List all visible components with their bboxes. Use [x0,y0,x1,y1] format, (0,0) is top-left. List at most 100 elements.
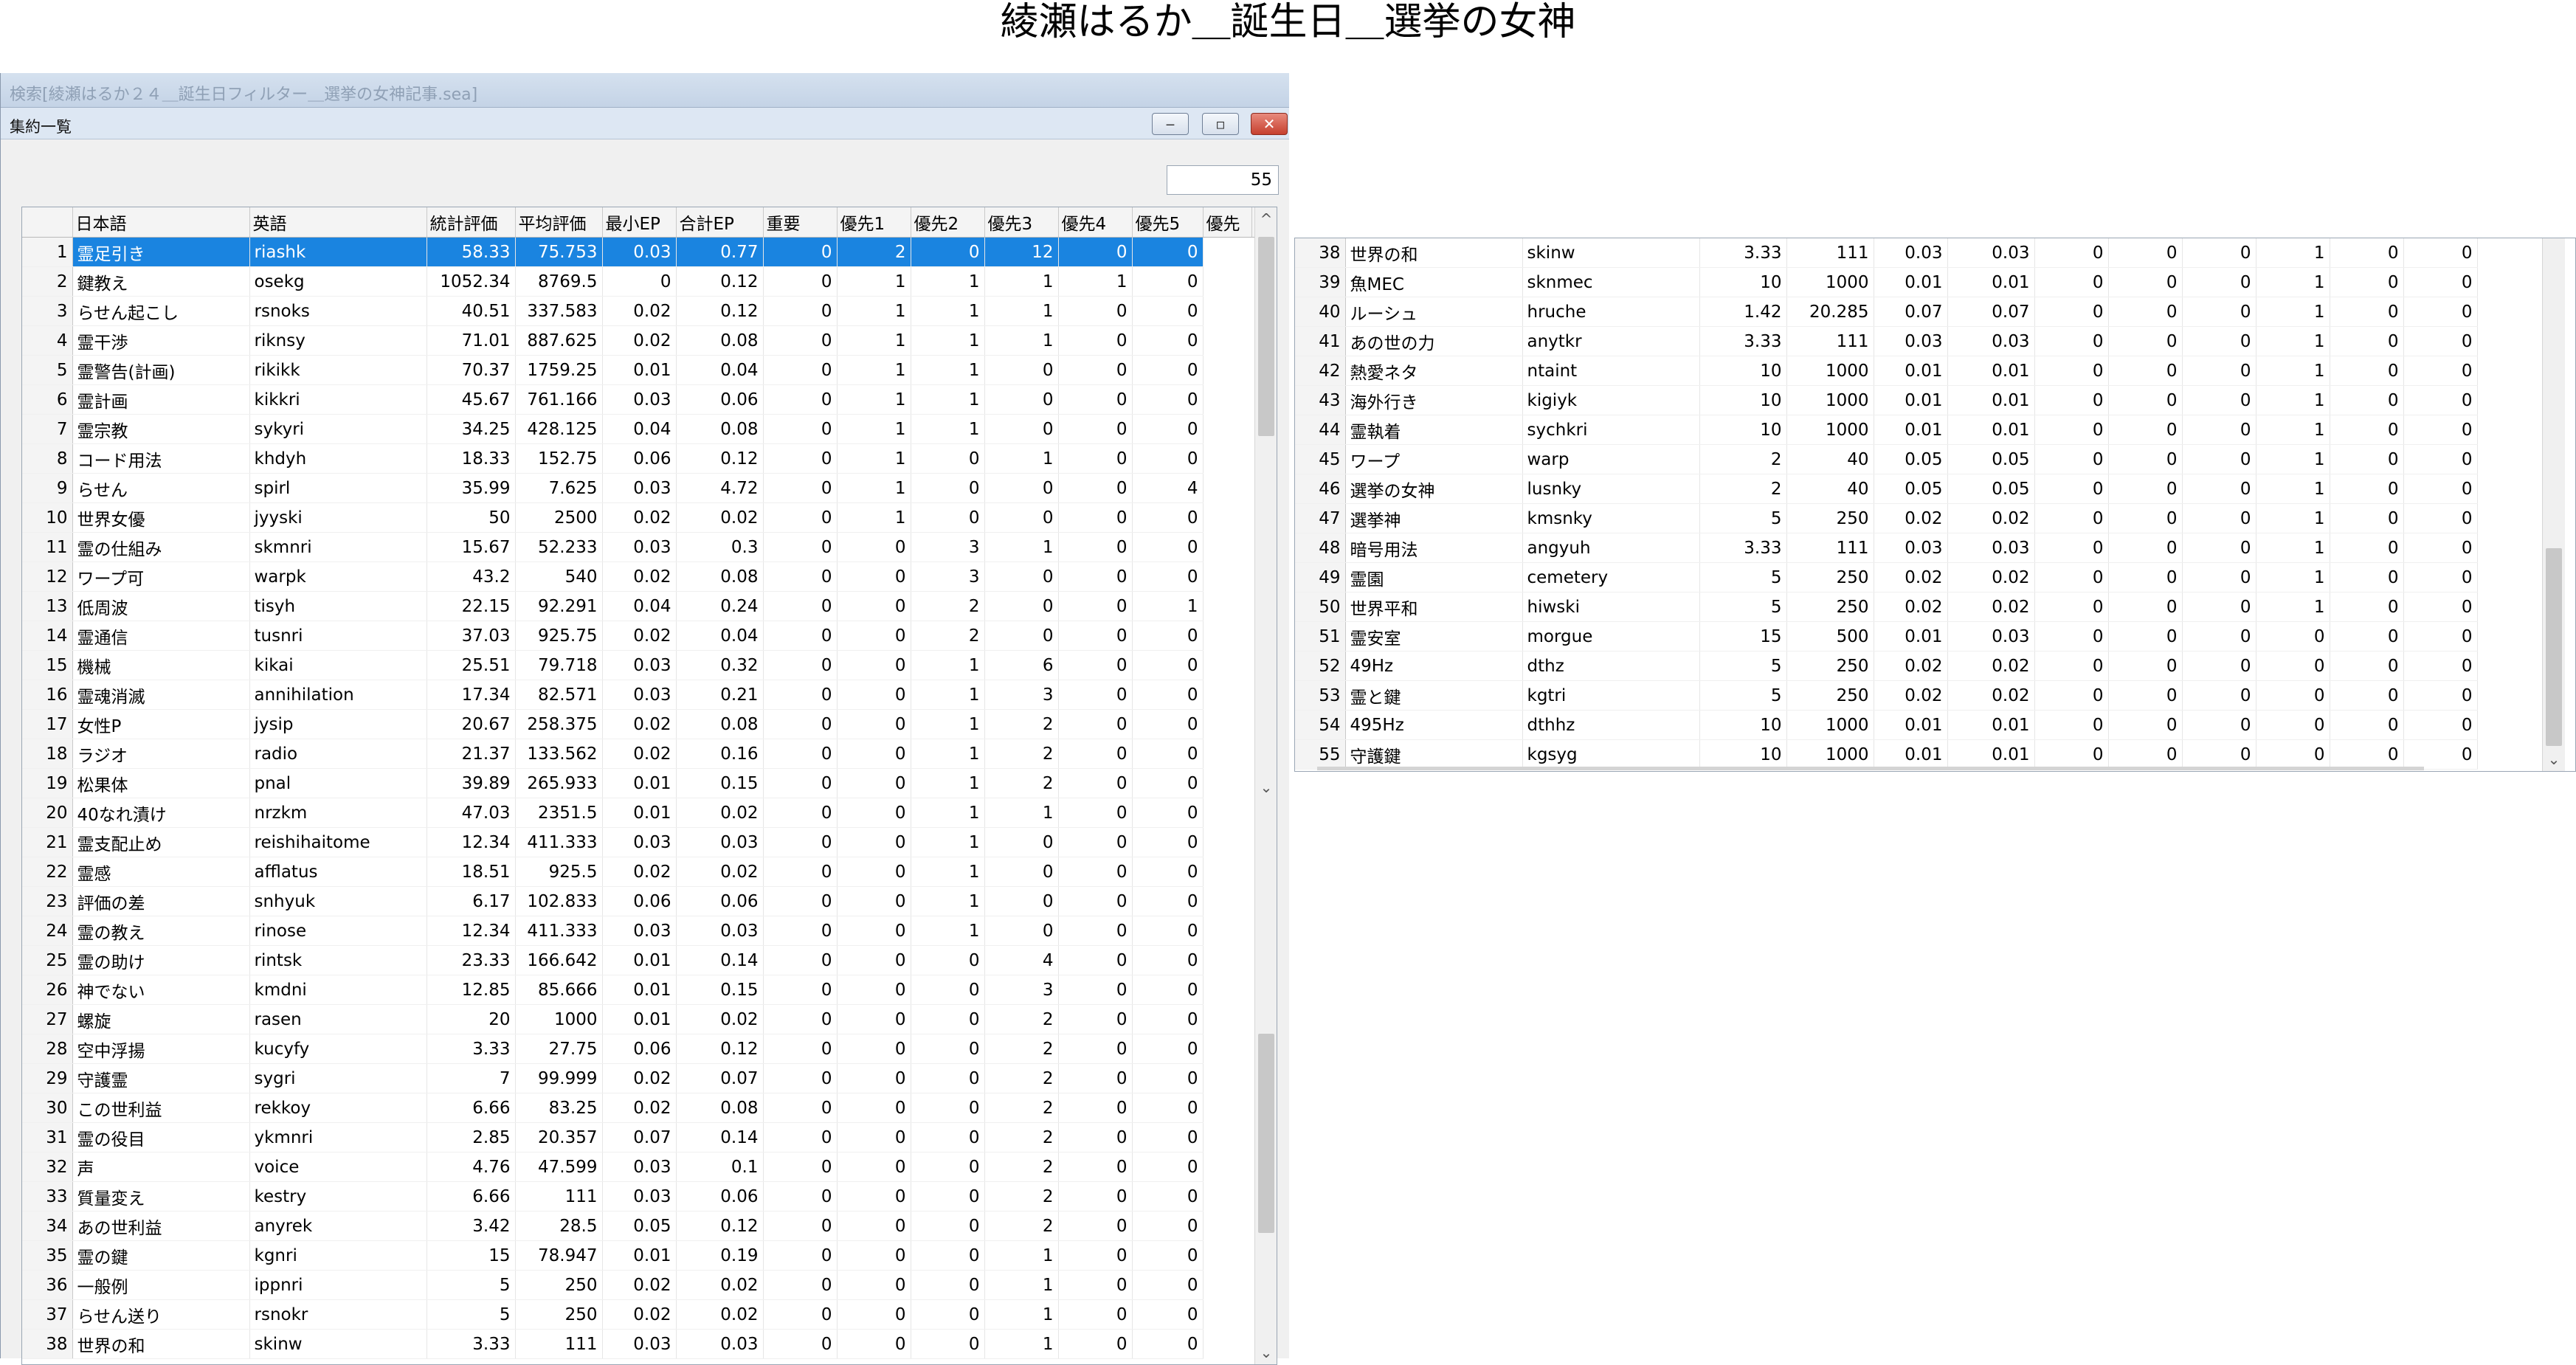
cell-value[interactable]: 0.16 [676,739,764,769]
horizontal-scrollbar[interactable] [1295,767,2520,771]
table-row[interactable]: 44 霊執着 sychkri 10 1000 0.01 0.01 0 0 0 1 0 0 [1295,415,2478,445]
cell-value[interactable]: 0.01 [602,1240,677,1271]
cell-value[interactable]: 12.34 [427,827,516,857]
cell-value[interactable]: 0 [763,561,838,592]
cell-value[interactable]: 0.05 [1947,474,2035,504]
cell-value[interactable]: 1 [911,709,985,739]
cell-english[interactable]: kikkri [249,384,427,415]
row-number[interactable]: 8 [22,443,73,474]
cell-japanese[interactable]: 魚MEC [1345,267,1523,297]
cell-value[interactable]: 0.08 [676,414,764,444]
cell-value[interactable]: 0 [763,945,838,975]
cell-value[interactable]: 0.01 [1874,356,1948,386]
cell-japanese[interactable]: 世界女優 [72,502,250,533]
cell-value[interactable]: 0.03 [676,916,764,946]
cell-value[interactable]: 1 [911,325,985,356]
cell-value[interactable]: 0.15 [676,768,764,798]
cell-value[interactable]: 0 [1058,384,1133,415]
cell-value[interactable]: 0 [2256,710,2330,740]
table-row[interactable]: 47 選挙神 kmsnky 5 250 0.02 0.02 0 0 0 1 0 0 [1295,503,2478,533]
cell-value[interactable]: 0 [2330,680,2404,711]
cell-value[interactable]: 0.12 [676,266,764,297]
cell-value[interactable]: 0 [1132,1093,1204,1123]
table-row[interactable]: 45 ワープ warp 2 40 0.05 0.05 0 0 0 1 0 0 [1295,444,2478,474]
cell-japanese[interactable]: 霊警告(計画) [72,355,250,385]
cell-value[interactable]: 0 [837,1299,911,1330]
cell-japanese[interactable]: らせん起こし [72,296,250,326]
row-number[interactable]: 27 [22,1004,73,1034]
cell-english[interactable]: warp [1522,444,1700,474]
cell-value[interactable]: 0 [1132,1152,1204,1182]
cell-value[interactable]: 0.04 [676,621,764,651]
cell-japanese[interactable]: 質量変え [72,1181,250,1212]
cell-value[interactable]: 0 [763,650,838,680]
cell-value[interactable]: 0 [1132,857,1204,887]
cell-value[interactable]: 2 [984,768,1059,798]
vertical-scrollbar[interactable]: ^ ⌄ ⌄ [1254,207,1277,1364]
cell-value[interactable]: 0 [2108,621,2183,652]
cell-value[interactable]: 0 [2182,238,2256,268]
cell-value[interactable]: 0 [2034,356,2109,386]
cell-value[interactable]: 0.12 [676,443,764,474]
cell-value[interactable]: 0.02 [676,1004,764,1034]
cell-english[interactable]: kmdni [249,975,427,1005]
cell-value[interactable]: 1000 [1786,356,1874,386]
cell-english[interactable]: dthhz [1522,710,1700,740]
cell-english[interactable]: rsnoks [249,296,427,326]
cell-value[interactable]: 0 [1058,1329,1133,1359]
cell-value[interactable]: 58.33 [427,237,516,267]
cell-value[interactable]: 0 [763,768,838,798]
table-row[interactable]: 48 暗号用法 angyuh 3.33 111 0.03 0.03 0 0 0 1 0 0 [1295,533,2478,563]
cell-value[interactable]: 0 [2182,562,2256,592]
cell-value[interactable]: 0 [2330,385,2404,415]
cell-value[interactable]: 2 [984,709,1059,739]
row-number[interactable]: 34 [22,1211,73,1241]
cell-value[interactable]: 0 [2182,474,2256,504]
cell-value[interactable]: 0 [1058,237,1133,267]
cell-value[interactable]: 0 [763,384,838,415]
table-row[interactable]: 19 松果体 pnal 39.89 265.933 0.01 0.15 0 0 1 2 0 0 [22,768,1258,798]
cell-value[interactable]: 2 [1699,474,1787,504]
cell-english[interactable]: radio [249,739,427,769]
cell-value[interactable]: 0.02 [602,325,677,356]
cell-value[interactable]: 5 [1699,651,1787,681]
cell-value[interactable]: 1052.34 [427,266,516,297]
cell-value[interactable]: 0.02 [602,857,677,887]
cell-value[interactable]: 1 [2256,592,2330,622]
cell-value[interactable]: 0 [763,532,838,562]
cell-english[interactable]: tusnri [249,621,427,651]
cell-value[interactable]: 85.666 [515,975,603,1005]
cell-japanese[interactable]: 霊の役目 [72,1122,250,1153]
cell-value[interactable]: 0 [911,1004,985,1034]
table-row[interactable]: 46 選挙の女神 lusnky 2 40 0.05 0.05 0 0 0 1 0 0 [1295,474,2478,504]
cell-english[interactable]: osekg [249,266,427,297]
cell-value[interactable]: 0.01 [1874,710,1948,740]
cell-value[interactable]: 0 [763,709,838,739]
cell-value[interactable]: 0 [2182,385,2256,415]
cell-value[interactable]: 1 [2256,267,2330,297]
cell-value[interactable]: 0 [837,1004,911,1034]
cell-value[interactable]: 0 [837,1034,911,1064]
cell-value[interactable]: 250 [1786,592,1874,622]
cell-value[interactable]: 0 [1058,1211,1133,1241]
table-row[interactable]: 49 霊園 cemetery 5 250 0.02 0.02 0 0 0 1 0 0 [1295,562,2478,592]
cell-value[interactable]: 0 [1132,1004,1204,1034]
cell-value[interactable]: 0 [837,975,911,1005]
cell-value[interactable]: 15 [427,1240,516,1271]
cell-value[interactable]: 0 [2182,739,2256,770]
cell-value[interactable]: 2351.5 [515,798,603,828]
cell-value[interactable]: 0 [1058,1240,1133,1271]
result-count-field[interactable]: 55 [1167,165,1279,195]
cell-value[interactable]: 0 [984,916,1059,946]
cell-english[interactable]: dthz [1522,651,1700,681]
cell-value[interactable]: 0.01 [602,768,677,798]
cell-value[interactable]: 0 [1058,650,1133,680]
cell-value[interactable]: 10 [1699,710,1787,740]
row-number[interactable]: 11 [22,532,73,562]
row-number-header[interactable] [22,207,73,238]
cell-value[interactable]: 0 [837,1240,911,1271]
cell-value[interactable]: 0 [763,916,838,946]
hscroll-thumb[interactable] [1317,767,2424,770]
cell-value[interactable]: 0 [1058,709,1133,739]
table-row[interactable]: 35 霊の鍵 kgnri 15 78.947 0.01 0.19 0 0 0 1 0 0 [22,1240,1258,1271]
